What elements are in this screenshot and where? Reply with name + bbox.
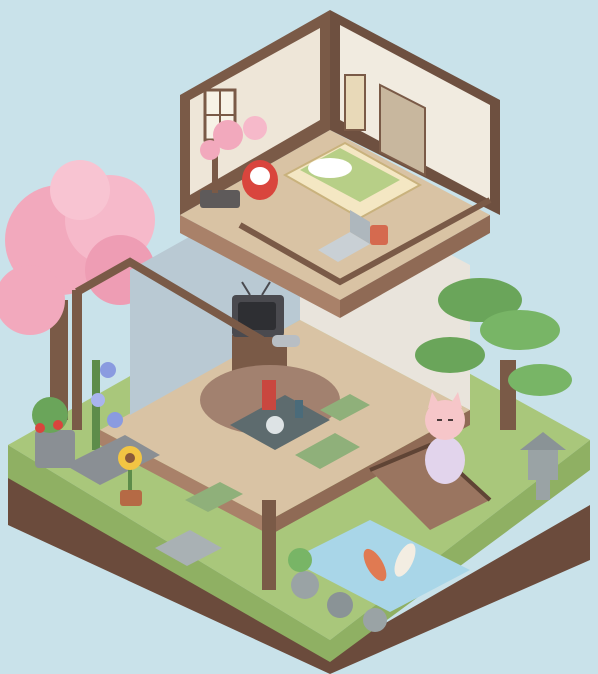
game-scene	[0, 10, 590, 674]
daruma-icon	[242, 160, 278, 200]
game-controller-icon	[272, 335, 300, 347]
strawberry-plant-icon	[32, 397, 75, 468]
scroll-painting-icon	[344, 74, 366, 131]
tea-mug-icon	[370, 225, 388, 245]
red-book	[262, 380, 276, 410]
